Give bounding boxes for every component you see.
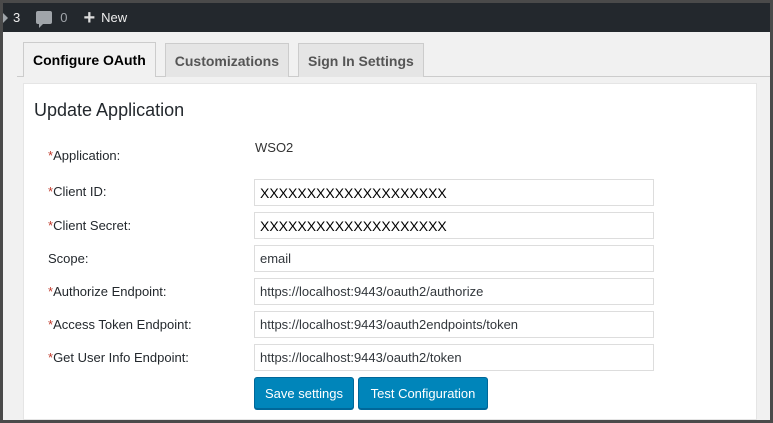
access-token-endpoint-input[interactable]: https://localhost:9443/oauth2endpoints/t… xyxy=(254,311,654,338)
update-application-panel: Update Application *Application: WSO2 *C… xyxy=(23,83,757,420)
updates-menu[interactable]: 3 xyxy=(3,3,28,32)
application-value: WSO2 xyxy=(255,140,294,155)
tab-customizations[interactable]: Customizations xyxy=(164,43,289,77)
user-info-endpoint-input[interactable]: https://localhost:9443/oauth2/token xyxy=(254,344,654,371)
authorize-endpoint-input[interactable]: https://localhost:9443/oauth2/authorize xyxy=(254,278,654,305)
plus-icon: + xyxy=(83,6,96,29)
save-settings-button[interactable]: Save settings xyxy=(254,377,354,409)
client-secret-input[interactable]: XXXXXXXXXXXXXXXXXXXX xyxy=(254,212,654,239)
tab-sign-in-settings[interactable]: Sign In Settings xyxy=(298,43,424,77)
client-id-label: *Client ID: xyxy=(48,184,107,199)
authorize-endpoint-label: *Authorize Endpoint: xyxy=(48,284,167,299)
user-info-endpoint-label: *Get User Info Endpoint: xyxy=(48,350,189,365)
admin-bar: 3 0 + New xyxy=(3,3,770,32)
scope-input[interactable]: email xyxy=(254,245,654,272)
access-token-endpoint-label: *Access Token Endpoint: xyxy=(48,317,192,332)
new-content-menu[interactable]: + New xyxy=(75,3,135,32)
scope-label: Scope: xyxy=(48,251,89,266)
app-frame: 3 0 + New Configure OAuth Customizations… xyxy=(3,3,770,420)
client-id-input[interactable]: XXXXXXXXXXXXXXXXXXXX xyxy=(254,179,654,206)
comment-bubble-icon xyxy=(36,11,53,28)
comments-count: 0 xyxy=(60,10,68,25)
client-secret-label: *Client Secret: xyxy=(48,218,132,233)
updates-count: 3 xyxy=(13,10,21,25)
updates-icon xyxy=(3,12,8,23)
test-configuration-button[interactable]: Test Configuration xyxy=(358,377,488,409)
tab-configure-oauth[interactable]: Configure OAuth xyxy=(23,42,156,77)
page-title: Update Application xyxy=(34,100,185,120)
comments-menu[interactable]: 0 xyxy=(28,3,75,32)
settings-tabs: Configure OAuth Customizations Sign In S… xyxy=(23,42,433,77)
application-label: *Application: xyxy=(48,148,121,163)
new-label: New xyxy=(101,10,128,25)
